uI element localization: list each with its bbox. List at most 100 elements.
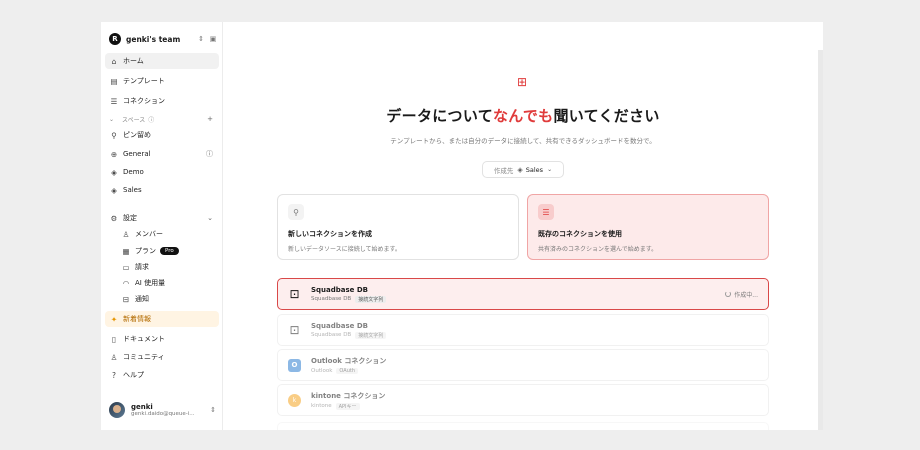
sidebar-item-label: AI 使用量 bbox=[135, 279, 166, 287]
chevron-down-icon: ⌄ bbox=[547, 166, 553, 173]
sidebar-item-label: メンバー bbox=[135, 230, 163, 238]
create-connection-card[interactable]: ⚲ 新しいコネクションを作成 新しいデータソースに接続して始めます。 bbox=[277, 194, 519, 260]
chevron-down-icon: ⌄ bbox=[109, 115, 115, 123]
sidebar-item-templates[interactable]: ▤ テンプレート bbox=[105, 73, 219, 89]
connection-item[interactable]: k kintone コネクション kintone APIキー bbox=[277, 384, 769, 416]
app-window: R genki's team ⇕ ▣ ⌂ ホーム ▤ テンプレート ☰ コネクシ… bbox=[101, 22, 823, 430]
user-menu[interactable]: genki genki.daido@queue-i... ⇕ bbox=[105, 396, 219, 424]
connection-name: Squadbase DB bbox=[311, 321, 369, 330]
avatar bbox=[109, 402, 125, 418]
sidebar-item-ai-usage[interactable]: ◠ AI 使用量 bbox=[117, 275, 219, 291]
chevron-down-icon: ⌄ bbox=[207, 214, 213, 222]
sidebar: R genki's team ⇕ ▣ ⌂ ホーム ▤ テンプレート ☰ コネクシ… bbox=[101, 22, 223, 430]
team-logo: R bbox=[109, 33, 121, 45]
sidebar-item-notifications[interactable]: ⊟ 通知 bbox=[117, 291, 219, 307]
sidebar-item-plan[interactable]: ▦ プラン Pro bbox=[117, 243, 219, 259]
spaces-section-header[interactable]: ⌄ スペース ⓘ + bbox=[109, 113, 219, 125]
connection-name: Outlook コネクション bbox=[311, 357, 387, 365]
sidebar-item-label: コネクション bbox=[123, 97, 165, 105]
page-subtitle: テンプレートから、または自分のデータに接続して、共有できるダッシュボードを数分で… bbox=[390, 137, 656, 145]
card-description: 新しいデータソースに接続して始めます。 bbox=[288, 246, 401, 253]
sidebar-item-label: プラン bbox=[135, 247, 156, 255]
sidebar-item-connections[interactable]: ☰ コネクション bbox=[105, 93, 219, 109]
grid-icon: ⊞ bbox=[516, 75, 528, 89]
sidebar-item-label: 請求 bbox=[135, 263, 149, 271]
connection-item[interactable]: ⊡ Squadbase DB Squadbase DB 接続文字列 bbox=[277, 314, 769, 346]
sidebar-item-label: 設定 bbox=[123, 214, 137, 222]
spinner-icon bbox=[725, 291, 732, 297]
info-icon: ⓘ bbox=[148, 116, 155, 124]
connection-type: Squadbase DB bbox=[311, 332, 352, 338]
database-icon: ☰ bbox=[538, 204, 554, 220]
headline-accent: なんでも bbox=[493, 107, 554, 125]
sidebar-item-pinned[interactable]: ⚲ ピン留め bbox=[105, 127, 219, 143]
sidebar-item-label: Sales bbox=[123, 186, 142, 194]
target-value: Sales bbox=[525, 165, 544, 174]
sidebar-item-home[interactable]: ⌂ ホーム bbox=[105, 53, 219, 69]
main-content: ⊞ データについてなんでも聞いてください テンプレートから、または自分のデータに… bbox=[223, 22, 823, 430]
globe-icon: ⊕ bbox=[110, 149, 118, 159]
sidebar-toggle-icon[interactable]: ▣ bbox=[207, 35, 219, 43]
squadbase-logo-icon: ⊡ bbox=[289, 287, 300, 301]
connection-name: kintone コネクション bbox=[311, 391, 386, 400]
sidebar-item-label: テンプレート bbox=[123, 77, 165, 85]
headline-suffix: 聞いてください bbox=[553, 107, 660, 125]
calendar-icon: ▦ bbox=[122, 246, 130, 256]
sidebar-item-label: 新着情報 bbox=[123, 315, 151, 323]
sidebar-item-label: ホーム bbox=[123, 57, 144, 65]
sidebar-item-general[interactable]: ⊕ General ⓘ bbox=[105, 146, 219, 162]
sidebar-item-demo[interactable]: ◈ Demo bbox=[105, 164, 219, 180]
template-icon: ▤ bbox=[110, 76, 118, 86]
sidebar-item-label: Demo bbox=[123, 168, 144, 176]
connection-tag: APIキー bbox=[335, 402, 360, 410]
connection-status: 作成中... bbox=[725, 290, 758, 299]
updown-icon[interactable]: ⇕ bbox=[195, 35, 207, 43]
gear-icon: ⚙ bbox=[110, 213, 118, 223]
connection-tag: OAuth bbox=[336, 368, 358, 374]
sidebar-item-members[interactable]: ♙ メンバー bbox=[117, 226, 219, 242]
connection-item[interactable]: O Outlook コネクション Outlook OAuth bbox=[277, 349, 769, 381]
sidebar-item-whats-new[interactable]: ✦ 新着情報 bbox=[105, 311, 219, 327]
connection-tag: 接続文字列 bbox=[355, 295, 387, 303]
target-label: 作成先 bbox=[493, 166, 514, 175]
pro-badge: Pro bbox=[160, 247, 179, 255]
user-icon: ♙ bbox=[122, 229, 130, 239]
users-icon: ♙ bbox=[110, 352, 118, 362]
connection-item-partial bbox=[277, 422, 769, 430]
cube-icon: ◈ bbox=[111, 167, 117, 177]
headline-prefix: データについて bbox=[386, 107, 493, 125]
status-text: 作成中... bbox=[734, 291, 758, 299]
team-name: genki's team bbox=[126, 34, 181, 44]
help-icon: ? bbox=[112, 370, 116, 380]
connection-name: Squadbase DB bbox=[311, 285, 369, 294]
squadbase-logo-icon: ⊡ bbox=[289, 323, 300, 337]
plug-icon: ⚲ bbox=[288, 204, 304, 220]
info-icon[interactable]: ⓘ bbox=[206, 149, 213, 159]
user-name: genki bbox=[131, 403, 153, 411]
team-switcher[interactable]: R genki's team ⇕ ▣ bbox=[109, 31, 219, 47]
user-email: genki.daido@queue-i... bbox=[131, 411, 195, 417]
connection-tag: 接続文字列 bbox=[355, 331, 387, 339]
connection-type: Squadbase DB bbox=[311, 296, 352, 302]
use-existing-connection-card[interactable]: ☰ 既存のコネクションを使用 共有済みのコネクションを選んで始めます。 bbox=[527, 194, 769, 260]
sidebar-item-sales[interactable]: ◈ Sales bbox=[105, 182, 219, 198]
spaces-label: スペース bbox=[122, 116, 146, 124]
doc-icon: ▯ bbox=[111, 334, 117, 344]
sidebar-item-community[interactable]: ♙ コミュニティ bbox=[105, 349, 219, 365]
cube-icon: ◈ bbox=[111, 185, 117, 195]
sidebar-item-label: 通知 bbox=[135, 295, 149, 303]
sidebar-item-help[interactable]: ? ヘルプ bbox=[105, 367, 219, 383]
connection-item[interactable]: ⊡ Squadbase DB Squadbase DB 接続文字列 作成中... bbox=[277, 278, 769, 310]
home-icon: ⌂ bbox=[111, 56, 117, 66]
card-title: 既存のコネクションを使用 bbox=[538, 230, 622, 238]
target-space-select[interactable]: 作成先 ◈ Sales ⌄ bbox=[482, 161, 564, 178]
sidebar-item-billing[interactable]: ▭ 請求 bbox=[117, 259, 219, 275]
sidebar-item-label: General bbox=[123, 150, 151, 158]
outlook-logo-icon: O bbox=[288, 358, 301, 372]
inbox-icon: ⊟ bbox=[122, 294, 130, 304]
sidebar-item-label: ピン留め bbox=[123, 131, 151, 139]
updown-icon: ⇕ bbox=[210, 406, 216, 414]
add-space-icon[interactable]: + bbox=[207, 115, 213, 123]
sidebar-item-settings[interactable]: ⚙ 設定 ⌄ bbox=[105, 210, 219, 226]
sidebar-item-docs[interactable]: ▯ ドキュメント bbox=[105, 331, 219, 347]
